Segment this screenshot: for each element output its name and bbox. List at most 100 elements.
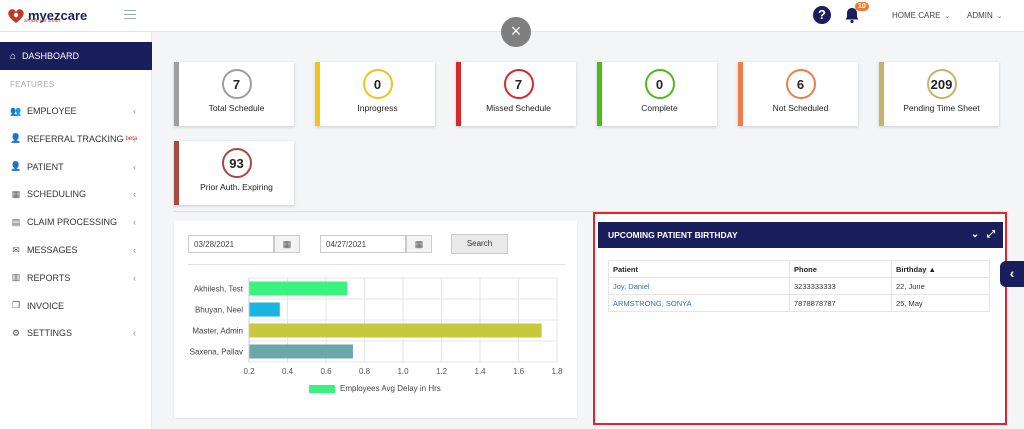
- column-header-label: Birthday: [896, 264, 927, 274]
- stat-value: 209: [926, 69, 957, 99]
- sidebar-item-messages[interactable]: ✉ MESSAGES ‹: [0, 239, 152, 261]
- sort-asc-icon: ▲: [928, 264, 936, 274]
- sidebar-item-label: SETTINGS: [27, 328, 73, 339]
- chevron-left-icon: ‹: [133, 133, 136, 144]
- expand-icon[interactable]: ⤢: [987, 229, 995, 240]
- stat-card-pending-time-sheet[interactable]: 209 Pending Time Sheet: [879, 62, 999, 126]
- help-icon[interactable]: ?: [813, 6, 831, 24]
- collapse-icon[interactable]: ⌄: [971, 229, 979, 240]
- sidebar-item-label: MESSAGES: [27, 245, 78, 255]
- chevron-down-icon: ⌄: [996, 13, 1003, 20]
- bar-bhuyan-neel: [249, 302, 280, 317]
- sidebar-item-label: PATIENT: [27, 161, 64, 172]
- user-icon: 👤: [10, 161, 22, 172]
- sidebar-item-patient[interactable]: 👤 PATIENT ‹: [0, 156, 152, 178]
- chevron-down-icon: ⌄: [944, 13, 951, 20]
- logo-icon: [8, 9, 24, 23]
- home-icon: ⌂: [10, 50, 17, 62]
- bar-master-admin: [249, 323, 542, 338]
- chevron-left-icon: ‹: [133, 272, 136, 283]
- stat-value: 6: [785, 69, 816, 99]
- patient-link[interactable]: Joy, Daniel: [608, 277, 790, 295]
- sidebar: ⌂ DASHBOARD FEATURES 👥 EMPLOYEE ‹ 👤 REFERRAL…: [0, 32, 152, 429]
- menu-toggle-icon[interactable]: [124, 10, 136, 22]
- sidebar-item-referral-tracking[interactable]: 👤 REFERRAL TRACKING beta ‹: [0, 128, 152, 150]
- users-icon: 👥: [10, 105, 22, 116]
- table-header-row: Patient Phone Birthday ▲: [608, 260, 990, 278]
- file-icon: ▤: [11, 216, 21, 227]
- x-tick-label: 0.6: [320, 367, 332, 376]
- x-tick-label: 0.8: [359, 367, 371, 376]
- sidebar-item-label: CLAIM PROCESSING: [27, 217, 118, 228]
- sidebar-item-scheduling[interactable]: ▦ SCHEDULING ‹: [0, 183, 152, 205]
- close-button[interactable]: ×: [501, 17, 531, 47]
- stat-label: Prior Auth. Expiring: [200, 182, 273, 192]
- bar-saxena-pallav: [249, 344, 353, 359]
- column-header-phone[interactable]: Phone: [789, 260, 892, 278]
- category-label: Bhuyan, Neel: [195, 306, 243, 315]
- notification-badge: 10: [855, 2, 869, 11]
- category-label: Master, Admin: [192, 327, 243, 336]
- chevron-left-icon: ‹: [133, 328, 136, 339]
- admin-dropdown[interactable]: ADMIN ⌄: [967, 11, 1003, 20]
- patient-link[interactable]: ARMSTRONG, SONYA: [608, 294, 790, 312]
- sidebar-item-label: EMPLOYEE: [27, 106, 77, 116]
- sidebar-item-employee[interactable]: 👥 EMPLOYEE ‹: [0, 100, 152, 122]
- sidebar-item-claim-processing[interactable]: ▤ CLAIM PROCESSING ‹: [0, 211, 152, 233]
- home-care-dropdown[interactable]: HOME CARE ⌄: [892, 11, 950, 20]
- stat-card-total-schedule[interactable]: 7 Total Schedule: [174, 62, 294, 126]
- stat-label: Complete: [641, 103, 678, 113]
- column-header-birthday[interactable]: Birthday ▲: [891, 260, 990, 278]
- chevron-left-icon: ‹: [133, 189, 136, 200]
- sidebar-item-label: DASHBOARD: [22, 51, 80, 61]
- bar-akhilesh-test: [249, 281, 348, 296]
- delay-chart-panel: 03/28/2021 ▦ 04/27/2021 ▦ Search 0.2 0.4 0…: [174, 221, 577, 418]
- brand-tagline: simple yet smart: [24, 18, 61, 24]
- x-tick-label: 1.2: [436, 367, 448, 376]
- stat-label: Inprogress: [357, 103, 398, 113]
- phone-cell: 7878878787: [789, 294, 892, 312]
- x-tick-label: 1.4: [474, 367, 486, 376]
- panel-toggle-chevron-left-icon[interactable]: ‹: [1000, 261, 1024, 287]
- stat-label: Missed Schedule: [486, 103, 551, 113]
- column-header-patient[interactable]: Patient: [608, 260, 790, 278]
- phone-cell: 3233333333: [789, 277, 892, 295]
- stat-label: Pending Time Sheet: [903, 103, 980, 113]
- stat-card-prior-auth-expiring[interactable]: 93 Prior Auth. Expiring: [174, 141, 294, 205]
- admin-label: ADMIN: [967, 11, 993, 20]
- category-label: Akhilesh, Test: [194, 285, 244, 294]
- stat-value: 7: [503, 69, 534, 99]
- stat-card-not-scheduled[interactable]: 6 Not Scheduled: [738, 62, 858, 126]
- calendar-icon: ▦: [11, 188, 21, 199]
- legend-label: Employees Avg Delay in Hrs: [340, 384, 441, 393]
- stat-label: Total Schedule: [208, 103, 265, 113]
- legend-swatch: [309, 384, 335, 393]
- chevron-left-icon: ‹: [133, 245, 136, 255]
- chevron-left-icon: ‹: [133, 106, 136, 116]
- stat-card-complete[interactable]: 0 Complete: [597, 62, 717, 126]
- x-tick-label: 1.8: [551, 367, 563, 376]
- stat-value: 7: [221, 69, 252, 99]
- stat-label: Not Scheduled: [772, 103, 829, 113]
- gear-icon: ⚙: [11, 327, 21, 338]
- sidebar-section-title: FEATURES: [10, 80, 55, 89]
- birthday-table: Patient Phone Birthday ▲ Joy, Daniel 3233…: [608, 260, 990, 312]
- birthday-cell: 22, June: [891, 277, 990, 295]
- stat-value: 93: [221, 148, 252, 178]
- copy-icon: ❐: [11, 300, 21, 311]
- sidebar-item-dashboard[interactable]: ⌂ DASHBOARD: [0, 42, 152, 70]
- stat-value: 0: [644, 69, 675, 99]
- sidebar-item-label: REFERRAL TRACKING: [27, 133, 124, 144]
- x-tick-label: 0.2: [243, 367, 255, 376]
- stat-card-missed-schedule[interactable]: 7 Missed Schedule: [456, 62, 576, 126]
- category-label: Saxena, Pallav: [190, 348, 243, 357]
- stat-card-inprogress[interactable]: 0 Inprogress: [315, 62, 435, 126]
- birthday-cell: 25, May: [891, 294, 990, 312]
- sidebar-item-reports[interactable]: ▥ REPORTS ‹: [0, 267, 152, 289]
- sidebar-item-invoice[interactable]: ❐ INVOICE: [0, 295, 152, 317]
- x-tick-label: 1.6: [513, 367, 525, 376]
- bar-chart-icon: ▥: [11, 272, 21, 283]
- sidebar-item-label: REPORTS: [27, 272, 71, 283]
- chevron-left-icon: ‹: [133, 217, 136, 228]
- sidebar-item-settings[interactable]: ⚙ SETTINGS ‹: [0, 322, 152, 344]
